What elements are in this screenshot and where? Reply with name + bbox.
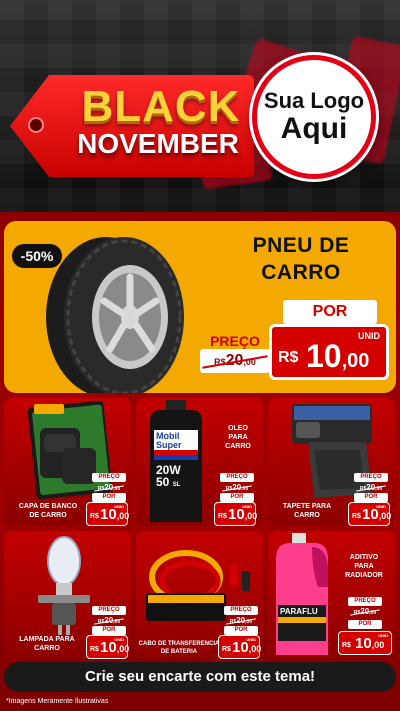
- por-label: POR: [354, 493, 388, 502]
- price-tag: UNID R$ 10,00: [218, 635, 261, 659]
- product-card-coolant[interactable]: PARAFLU ADITIVO PARA RADIADOR PREÇO R$20…: [268, 531, 395, 659]
- bottle-brand-text: PARAFLU: [280, 607, 318, 616]
- preco-label: PREÇO: [348, 597, 382, 606]
- hero-por-label: POR: [283, 300, 377, 324]
- product-title: CABO DE TRANSFERENCIA DE BATERIA: [138, 640, 220, 656]
- preco-label: PREÇO: [92, 606, 126, 615]
- product-title: CAPA DE BANCO DE CARRO: [8, 502, 88, 520]
- product-title-line: CAPA DE BANCO: [18, 503, 78, 510]
- product-title: OLEO PARA CARRO: [218, 424, 258, 451]
- hero-title: PNEU DE CARRO: [210, 232, 392, 286]
- headline-black: BLACK: [81, 82, 241, 131]
- por-label: POR: [224, 626, 258, 635]
- product-title-line: CARRO: [225, 443, 251, 450]
- currency: R$: [222, 646, 231, 653]
- price-tag: UNID R$ 10,00: [86, 502, 129, 526]
- price-cents: ,00: [378, 511, 392, 521]
- product-card-bulb[interactable]: LAMPADA PARA CARRO PREÇO R$20,00 POR UNI…: [4, 531, 131, 659]
- por-label: POR: [92, 626, 126, 635]
- product-title-line: PARA: [228, 434, 248, 441]
- product-title: LAMPADA PARA CARRO: [8, 635, 86, 653]
- hero-preco-label: PREÇO: [203, 332, 267, 350]
- price-cents: ,00: [371, 640, 385, 650]
- price-value: 10,00: [355, 635, 384, 654]
- price-int: 10: [355, 635, 372, 652]
- hero-title-line1: PNEU DE: [252, 234, 350, 257]
- price-value: 10,00: [100, 506, 129, 525]
- product-title-line: ADITIVO: [349, 554, 379, 561]
- product-title-line: CABO DE TRANSFERENCIA: [138, 641, 220, 647]
- disclaimer-note: *Imagens Meramente Ilustrativas: [6, 698, 109, 705]
- product-title-line: TAPETE PARA: [282, 503, 332, 510]
- hero-price-cents: ,00: [341, 350, 370, 372]
- price-int: 10: [232, 639, 249, 656]
- price-int: 10: [100, 639, 117, 656]
- bottle-brand-text: Mobil Super: [156, 432, 198, 450]
- product-title-line: CARRO: [34, 645, 60, 652]
- preco-label: PREÇO: [354, 473, 388, 482]
- currency: R$: [342, 642, 351, 649]
- price-tag: UNID R$ 10,00: [348, 502, 391, 526]
- price-value: 10,00: [100, 639, 129, 658]
- flyer-page: BLACK NOVEMBER Sua Logo Aqui -50% PNEU D…: [0, 0, 400, 711]
- product-card-car-mat[interactable]: TAPETE PARA CARRO PREÇO R$20,00 POR UNID…: [268, 398, 395, 526]
- bottle-grade-class: SL: [172, 482, 181, 488]
- hero-price-value: 10,00: [306, 337, 369, 380]
- hero-currency: R$: [278, 349, 299, 366]
- price-tag: UNID R$ 10,00: [86, 635, 129, 659]
- por-label: POR: [348, 620, 382, 629]
- price-value: 10,00: [228, 506, 257, 525]
- discount-badge: -50%: [12, 244, 62, 268]
- currency: R$: [352, 513, 361, 520]
- product-title-line: OLEO: [228, 425, 248, 432]
- product-card-seat-cover[interactable]: CAPA DE BANCO DE CARRO PREÇO R$20,00 POR…: [4, 398, 131, 526]
- hero-price-int: 10: [306, 338, 342, 374]
- product-card-jumper-cable[interactable]: CABO DE TRANSFERENCIA DE BATERIA PREÇO R…: [136, 531, 263, 659]
- currency: R$: [90, 646, 99, 653]
- hero-title-line2: CARRO: [261, 261, 341, 284]
- product-title-line: DE BATERIA: [160, 649, 198, 655]
- product-title-line: PARA: [354, 563, 374, 570]
- logo-text-line2: Aqui: [280, 112, 348, 145]
- preco-label: PREÇO: [92, 473, 126, 482]
- hero-price: UNID R$ 10,00: [269, 324, 389, 380]
- bottle-grade-text: 20W 50 SL: [156, 464, 198, 491]
- price-cents: ,00: [248, 644, 262, 654]
- headline-november: NOVEMBER: [77, 128, 239, 159]
- logo-text-line1: Sua Logo: [263, 88, 365, 113]
- product-title: ADITIVO PARA RADIADOR: [336, 553, 392, 580]
- product-title: TAPETE PARA CARRO: [272, 502, 342, 520]
- currency: R$: [218, 513, 227, 520]
- cta-banner[interactable]: Crie seu encarte com este tema!: [4, 662, 396, 692]
- price-cents: ,00: [244, 511, 258, 521]
- tag-hole: [28, 117, 44, 133]
- price-cents: ,00: [116, 644, 130, 654]
- price-value: 10,00: [232, 639, 261, 658]
- price-int: 10: [362, 506, 379, 523]
- price-tag: UNID R$ 10,00: [338, 631, 392, 655]
- product-title-line: LAMPADA PARA: [19, 636, 75, 643]
- product-title-line: CARRO: [294, 512, 320, 519]
- bottle-grade-line: 50 SL: [156, 476, 198, 491]
- price-tag: UNID R$ 10,00: [214, 502, 257, 526]
- product-title-line: DE CARRO: [29, 512, 67, 519]
- price-cents: ,00: [116, 511, 130, 521]
- product-title-line: RADIADOR: [345, 572, 383, 579]
- price-int: 10: [100, 506, 117, 523]
- price-value: 10,00: [362, 506, 391, 525]
- bottle-grade-number: 50: [156, 475, 170, 489]
- por-label: POR: [220, 493, 254, 502]
- product-card-oil[interactable]: Mobil Super 20W 50 SL OLEO PARA CARRO PR…: [136, 398, 263, 526]
- logo-placeholder[interactable]: Sua Logo Aqui: [252, 55, 376, 179]
- bottle-brand-line: Super: [156, 440, 182, 450]
- price-int: 10: [228, 506, 245, 523]
- currency: R$: [90, 513, 99, 520]
- preco-label: PREÇO: [224, 606, 258, 615]
- por-label: POR: [92, 493, 126, 502]
- preco-label: PREÇO: [220, 473, 254, 482]
